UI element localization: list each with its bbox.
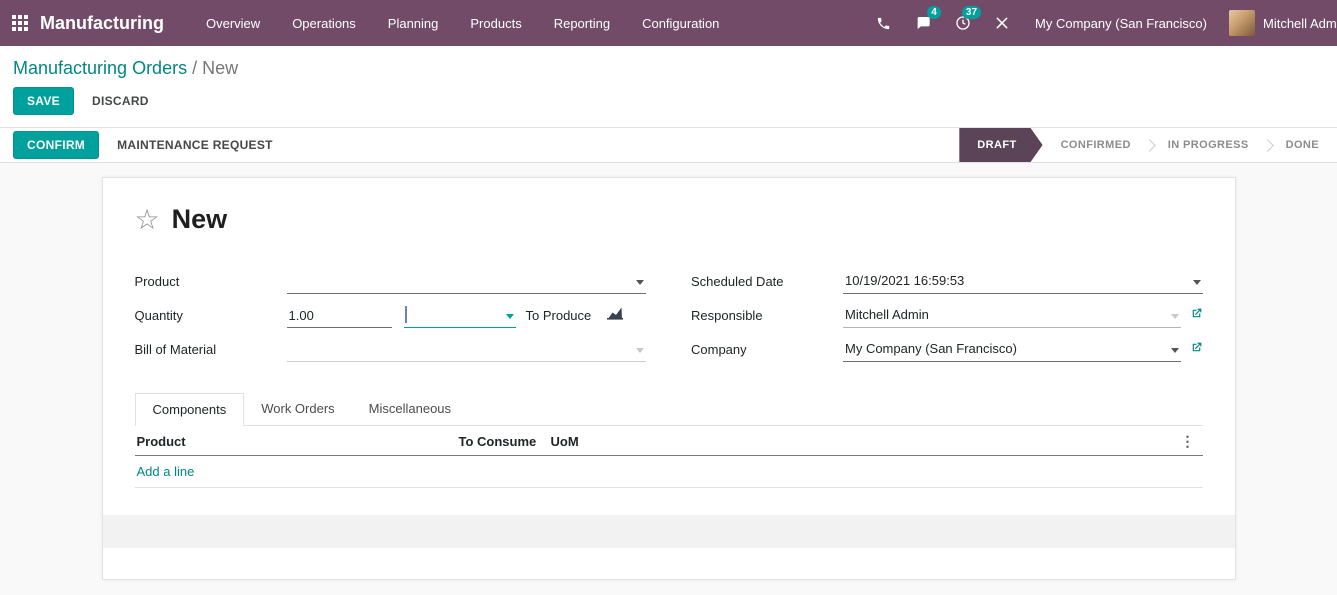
main-menu: Overview Operations Planning Products Re… — [190, 0, 735, 46]
company-label: Company — [691, 342, 843, 362]
top-navbar: Manufacturing Overview Operations Planni… — [0, 0, 1337, 46]
menu-planning[interactable]: Planning — [372, 0, 455, 46]
status-step-in-progress[interactable]: IN PROGRESS — [1150, 128, 1267, 162]
tab-components[interactable]: Components — [135, 393, 245, 426]
status-step-done[interactable]: DONE — [1268, 128, 1337, 162]
dropdown-caret-icon[interactable] — [1171, 348, 1179, 353]
optional-columns-icon[interactable]: ⋮ — [1181, 433, 1195, 449]
status-step-confirmed[interactable]: CONFIRMED — [1043, 128, 1149, 162]
components-table: Product To Consume UoM ⋮ Add a line — [135, 426, 1203, 488]
company-switcher[interactable]: My Company (San Francisco) — [1021, 16, 1221, 31]
save-button[interactable]: SAVE — [13, 87, 74, 115]
status-steps: DRAFT CONFIRMED IN PROGRESS DONE — [959, 128, 1337, 162]
discard-button[interactable]: DISCARD — [90, 88, 151, 114]
forecast-chart-icon[interactable] — [607, 306, 623, 325]
bill-of-material-field[interactable] — [287, 339, 647, 362]
menu-overview[interactable]: Overview — [190, 0, 276, 46]
phone-icon[interactable] — [864, 0, 903, 46]
confirm-button[interactable]: CONFIRM — [13, 131, 99, 159]
text-cursor — [405, 306, 407, 323]
content-area: ☆ New Product Quantity — [0, 163, 1337, 592]
bill-of-material-label: Bill of Material — [135, 342, 287, 362]
dropdown-caret-icon[interactable] — [506, 314, 514, 319]
breadcrumb: Manufacturing Orders / New — [0, 46, 1337, 83]
favorite-star-icon[interactable]: ☆ — [135, 206, 160, 234]
scheduled-date-field[interactable]: 10/19/2021 16:59:53 — [843, 271, 1203, 294]
column-header-product[interactable]: Product — [135, 426, 457, 456]
menu-products[interactable]: Products — [454, 0, 537, 46]
breadcrumb-current: New — [202, 58, 238, 78]
control-panel-buttons: SAVE DISCARD — [0, 83, 1337, 127]
to-produce-label: To Produce — [526, 308, 592, 323]
maintenance-request-button[interactable]: MAINTENANCE REQUEST — [115, 132, 275, 158]
breadcrumb-separator: / — [192, 58, 202, 78]
column-header-to-consume[interactable]: To Consume — [457, 426, 549, 456]
column-header-uom[interactable]: UoM — [549, 426, 1179, 456]
responsible-label: Responsible — [691, 308, 843, 328]
dropdown-caret-icon[interactable] — [1193, 280, 1201, 285]
user-menu[interactable]: Mitchell Adm — [1255, 16, 1337, 31]
quantity-label: Quantity — [135, 308, 287, 328]
tab-miscellaneous[interactable]: Miscellaneous — [352, 393, 468, 425]
external-link-icon[interactable] — [1190, 307, 1203, 325]
quantity-input[interactable] — [287, 306, 392, 328]
company-field[interactable]: My Company (San Francisco) — [843, 339, 1181, 362]
messages-badge: 4 — [927, 6, 941, 19]
app-name[interactable]: Manufacturing — [40, 13, 164, 34]
breadcrumb-parent[interactable]: Manufacturing Orders — [13, 58, 187, 78]
user-avatar[interactable] — [1229, 10, 1255, 36]
add-a-line-link[interactable]: Add a line — [137, 464, 195, 479]
status-step-draft[interactable]: DRAFT — [959, 128, 1042, 162]
messages-icon[interactable]: 4 — [903, 0, 943, 46]
tab-work-orders[interactable]: Work Orders — [244, 393, 351, 425]
product-field[interactable] — [287, 271, 647, 294]
menu-reporting[interactable]: Reporting — [538, 0, 626, 46]
control-panel: Manufacturing Orders / New SAVE DISCARD — [0, 46, 1337, 127]
uom-field[interactable] — [404, 305, 516, 328]
form-sheet: ☆ New Product Quantity — [102, 177, 1236, 580]
menu-configuration[interactable]: Configuration — [626, 0, 735, 46]
dropdown-caret-icon[interactable] — [636, 348, 644, 353]
external-link-icon[interactable] — [1190, 341, 1203, 359]
activities-clock-icon[interactable]: 37 — [943, 0, 983, 46]
tools-icon[interactable] — [983, 0, 1021, 46]
apps-menu-icon[interactable] — [12, 15, 28, 31]
activities-badge: 37 — [962, 6, 981, 19]
dropdown-caret-icon[interactable] — [636, 280, 644, 285]
record-title: New — [172, 204, 228, 235]
menu-operations[interactable]: Operations — [276, 0, 372, 46]
dropdown-caret-icon[interactable] — [1171, 314, 1179, 319]
statusbar: CONFIRM MAINTENANCE REQUEST DRAFT CONFIR… — [0, 127, 1337, 163]
scheduled-date-label: Scheduled Date — [691, 274, 843, 294]
form-fields: Product Quantity — [135, 267, 1203, 369]
notebook-tabs: Components Work Orders Miscellaneous — [135, 393, 1203, 426]
empty-list-stripe — [103, 515, 1235, 548]
responsible-field[interactable]: Mitchell Admin — [843, 305, 1181, 328]
table-row: Add a line — [135, 456, 1203, 488]
product-label: Product — [135, 274, 287, 294]
